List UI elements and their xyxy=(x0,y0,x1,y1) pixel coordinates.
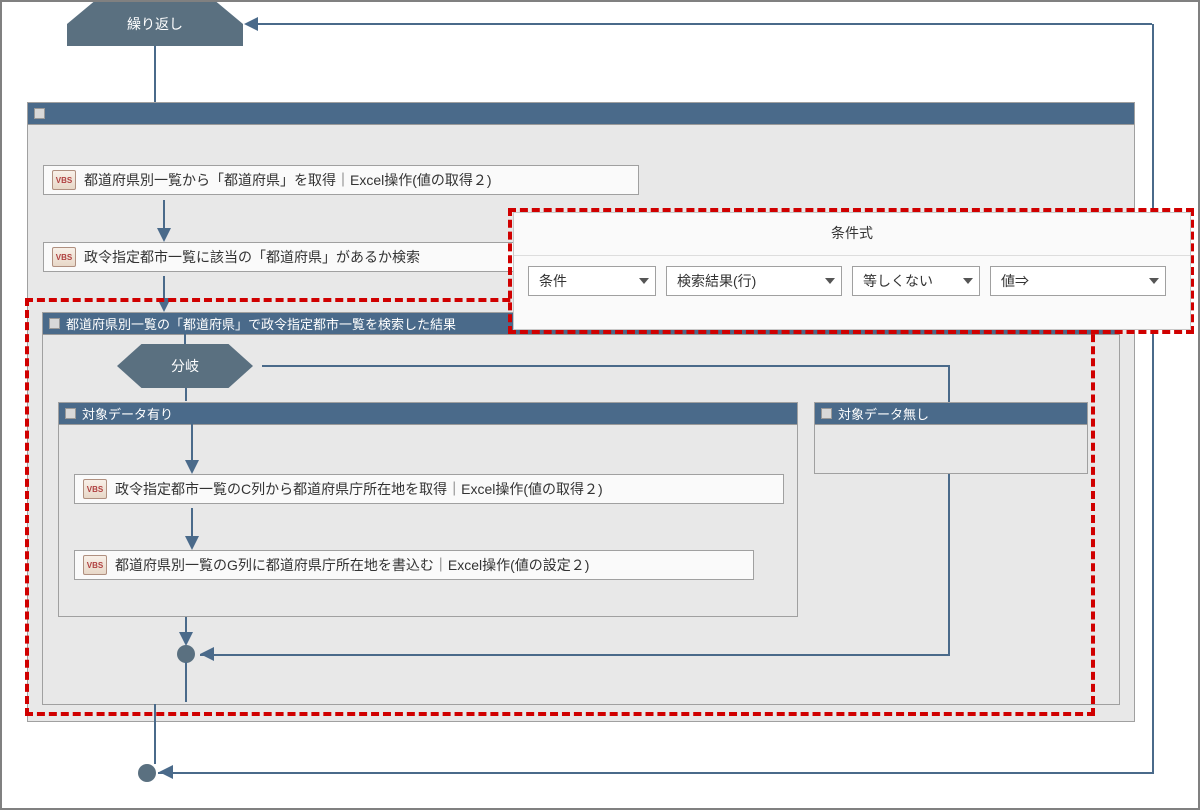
branch-header[interactable]: 分岐 xyxy=(117,344,253,388)
connector xyxy=(262,365,950,367)
condition-popup: 条件式 条件 検索結果(行) 等しくない 値⇒ xyxy=(513,212,1191,330)
vbs-icon xyxy=(52,170,76,190)
container-header xyxy=(28,103,1134,125)
vbs-icon xyxy=(52,247,76,267)
condition-type-select[interactable]: 条件 xyxy=(528,266,656,296)
step-get-capital[interactable]: 政令指定都市一覧のC列から都道府県庁所在地を取得｜Excel操作(値の取得２) xyxy=(74,474,784,504)
container-title: 対象データ有り xyxy=(82,404,173,423)
branch-label: 分岐 xyxy=(171,356,199,376)
step-label: 政令指定都市一覧のC列から都道府県庁所在地を取得｜Excel操作(値の取得２) xyxy=(115,479,603,499)
arrow-left-icon xyxy=(200,647,214,661)
loop-label: 繰り返し xyxy=(127,14,183,34)
connector xyxy=(191,508,193,538)
container-title: 対象データ無し xyxy=(838,404,929,423)
collapse-icon[interactable] xyxy=(49,318,60,329)
chevron-down-icon xyxy=(825,278,835,284)
connector xyxy=(163,200,165,230)
connector xyxy=(948,365,950,401)
flow-canvas: 繰り返し 都道府県別一覧から「都道府県」を取得｜Excel操作(値の取得２) 政… xyxy=(0,0,1200,810)
connector xyxy=(154,722,156,764)
condition-right-select[interactable]: 値⇒ xyxy=(990,266,1166,296)
step-label: 都道府県別一覧のG列に都道府県庁所在地を書込む｜Excel操作(値の設定２) xyxy=(115,555,589,575)
chevron-down-icon xyxy=(963,278,973,284)
connector xyxy=(1152,24,1154,774)
arrow-left-icon xyxy=(159,765,173,779)
arrow-left-icon xyxy=(244,17,258,31)
chevron-down-icon xyxy=(639,278,649,284)
combo-value: 条件 xyxy=(539,271,567,291)
connector xyxy=(191,424,193,464)
combo-value: 検索結果(行) xyxy=(677,271,756,291)
container-header: 対象データ有り xyxy=(59,403,797,425)
collapse-icon[interactable] xyxy=(65,408,76,419)
connector xyxy=(185,387,187,401)
collapse-icon[interactable] xyxy=(821,408,832,419)
combo-value: 値⇒ xyxy=(1001,271,1029,291)
container-header: 対象データ無し xyxy=(815,403,1087,425)
step-get-prefecture[interactable]: 都道府県別一覧から「都道府県」を取得｜Excel操作(値の取得２) xyxy=(43,165,639,195)
condition-left-select[interactable]: 検索結果(行) xyxy=(666,266,842,296)
chevron-down-icon xyxy=(1149,278,1159,284)
branch-yes-container[interactable]: 対象データ有り xyxy=(58,402,798,617)
join-node-icon xyxy=(138,764,156,782)
combo-value: 等しくない xyxy=(863,271,933,291)
arrow-down-icon xyxy=(157,228,171,242)
connector xyxy=(154,704,156,722)
connector xyxy=(252,23,1152,25)
arrow-down-icon xyxy=(179,632,193,646)
loop-header[interactable]: 繰り返し xyxy=(67,2,243,46)
connector xyxy=(158,772,1152,774)
popup-row: 条件 検索結果(行) 等しくない 値⇒ xyxy=(514,255,1190,306)
step-write-capital[interactable]: 都道府県別一覧のG列に都道府県庁所在地を書込む｜Excel操作(値の設定２) xyxy=(74,550,754,580)
connector xyxy=(185,662,187,702)
step-label: 政令指定都市一覧に該当の「都道府県」があるか検索 xyxy=(84,247,420,267)
connector xyxy=(948,474,950,656)
join-node-icon xyxy=(177,645,195,663)
arrow-down-icon xyxy=(185,460,199,474)
condition-operator-select[interactable]: 等しくない xyxy=(852,266,980,296)
branch-no-container[interactable]: 対象データ無し xyxy=(814,402,1088,474)
vbs-icon xyxy=(83,555,107,575)
connector xyxy=(154,42,156,102)
arrow-down-icon xyxy=(185,536,199,550)
step-label: 都道府県別一覧から「都道府県」を取得｜Excel操作(値の取得２) xyxy=(84,170,492,190)
step-search-prefecture[interactable]: 政令指定都市一覧に該当の「都道府県」があるか検索 xyxy=(43,242,515,272)
vbs-icon xyxy=(83,479,107,499)
popup-title: 条件式 xyxy=(514,213,1190,249)
container-title: 都道府県別一覧の「都道府県」で政令指定都市一覧を検索した結果 xyxy=(66,314,456,333)
arrow-down-icon xyxy=(157,298,171,312)
collapse-icon[interactable] xyxy=(34,108,45,119)
connector xyxy=(200,654,950,656)
